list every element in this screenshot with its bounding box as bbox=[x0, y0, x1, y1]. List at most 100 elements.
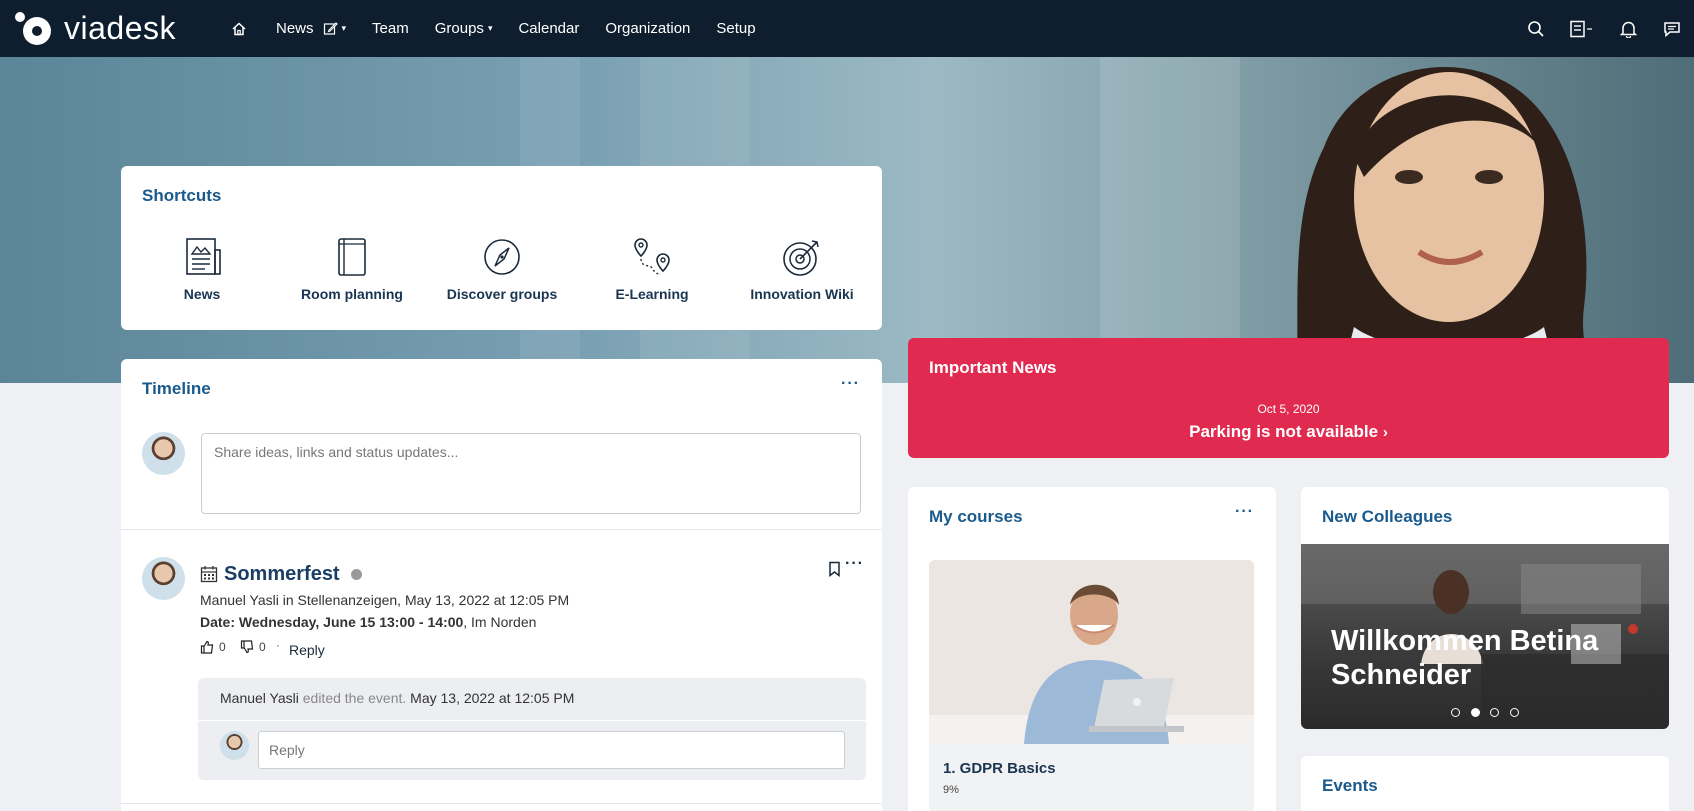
nav-organization[interactable]: Organization bbox=[592, 0, 703, 57]
my-courses-card: My courses ··· 1. GDPR Basics 9% bbox=[908, 487, 1276, 811]
separator-dot: · bbox=[276, 638, 280, 652]
colleagues-carousel[interactable]: Willkommen Betina Schneider bbox=[1301, 544, 1669, 729]
nav-groups-label: Groups bbox=[434, 20, 484, 37]
carousel-dot[interactable] bbox=[1490, 708, 1500, 717]
shortcut-label: Discover groups bbox=[446, 286, 558, 302]
important-news-headline-link[interactable]: Parking is not available › bbox=[908, 422, 1669, 442]
shortcut-label: E-Learning bbox=[615, 286, 689, 302]
carousel-dot[interactable] bbox=[1451, 708, 1461, 717]
colleague-slide-text: Willkommen Betina Schneider bbox=[1331, 625, 1599, 691]
dislike-count: 0 bbox=[259, 640, 266, 654]
reply-link[interactable]: Reply bbox=[289, 642, 325, 658]
search-icon[interactable] bbox=[1524, 17, 1548, 41]
courses-more-button[interactable]: ··· bbox=[1235, 503, 1254, 521]
post-byline: Manuel Yasli in Stellenanzeigen, May 13,… bbox=[200, 592, 569, 608]
important-news-headline: Parking is not available bbox=[1189, 422, 1379, 441]
calendar-icon bbox=[200, 566, 218, 583]
chevron-down-icon: ▾ bbox=[487, 23, 493, 33]
nav-organization-label: Organization bbox=[605, 20, 691, 37]
carousel-dot[interactable] bbox=[1509, 708, 1519, 717]
important-news-card[interactable]: Important News Oct 5, 2020 Parking is no… bbox=[908, 338, 1669, 458]
like-count: 0 bbox=[219, 640, 226, 654]
timeline-title: Timeline bbox=[142, 379, 211, 398]
course-item[interactable]: 1. GDPR Basics 9% bbox=[929, 560, 1254, 811]
chevron-down-icon: ▾ bbox=[341, 23, 347, 33]
status-composer-input[interactable]: Share ideas, links and status updates... bbox=[201, 433, 861, 514]
compass-icon bbox=[484, 239, 520, 275]
logo-icon bbox=[15, 11, 51, 45]
route-icon bbox=[634, 238, 670, 275]
nav-news-label: News bbox=[276, 20, 314, 37]
shortcut-e-learning[interactable]: E-Learning bbox=[577, 236, 727, 302]
nav-groups[interactable]: Groups ▾ bbox=[422, 0, 506, 57]
post-group-link[interactable]: Stellenanzeigen, bbox=[298, 592, 402, 608]
viadesk-logo[interactable]: viadesk bbox=[14, 10, 176, 47]
important-news-date: Oct 5, 2020 bbox=[1257, 402, 1320, 416]
main-nav: News ▾ Team Groups ▾ Calendar Organizati… bbox=[218, 0, 769, 57]
shortcut-label: News bbox=[183, 286, 221, 302]
nav-home[interactable] bbox=[218, 0, 260, 57]
shortcut-label: Room planning bbox=[301, 286, 403, 302]
post-datetime: May 13, 2022 at 12:05 PM bbox=[404, 592, 570, 608]
thumbs-up-icon bbox=[200, 640, 214, 654]
bell-icon[interactable] bbox=[1616, 17, 1640, 41]
home-icon bbox=[232, 21, 246, 35]
divider bbox=[121, 803, 882, 804]
nav-news[interactable]: News ▾ bbox=[260, 0, 359, 57]
reply-user-avatar bbox=[220, 731, 249, 760]
chat-icon[interactable] bbox=[1660, 17, 1684, 41]
activity-datetime: May 13, 2022 at 12:05 PM bbox=[410, 690, 575, 706]
hero-portrait bbox=[1296, 67, 1598, 383]
shortcut-room-planning[interactable]: Room planning bbox=[277, 236, 427, 302]
thumbs-down-icon bbox=[240, 640, 254, 654]
bookmark-icon[interactable] bbox=[828, 561, 841, 577]
event-location: , Im Norden bbox=[463, 614, 537, 630]
tasks-icon[interactable] bbox=[1568, 17, 1596, 41]
book-icon bbox=[338, 238, 366, 276]
reply-input[interactable]: Reply bbox=[258, 731, 845, 769]
shortcuts-card: Shortcuts News Room planning Discover gr… bbox=[121, 166, 882, 330]
course-image bbox=[929, 560, 1254, 744]
nav-setup-label: Setup bbox=[716, 20, 756, 37]
events-title: Events bbox=[1322, 776, 1378, 795]
dislike-button[interactable]: 0 bbox=[240, 640, 266, 654]
activity-author[interactable]: Manuel Yasli bbox=[220, 690, 299, 706]
edit-icon[interactable] bbox=[323, 21, 338, 36]
nav-team[interactable]: Team bbox=[359, 0, 422, 57]
course-progress: 9% bbox=[943, 784, 959, 796]
shortcut-news[interactable]: News bbox=[127, 236, 277, 302]
post-author-avatar[interactable] bbox=[142, 557, 185, 600]
post-author-link[interactable]: Manuel Yasli bbox=[200, 592, 279, 608]
activity-action: edited the event. bbox=[302, 690, 407, 706]
divider bbox=[121, 529, 882, 530]
divider bbox=[198, 720, 866, 721]
my-courses-title: My courses bbox=[929, 507, 1023, 526]
post-in-word: in bbox=[282, 592, 294, 608]
post-activity-box: Manuel Yasli edited the event. May 13, 2… bbox=[198, 678, 866, 780]
event-date-label: Date: Wednesday, June 15 13:00 - 14:00 bbox=[200, 614, 464, 630]
nav-right-icons bbox=[1524, 0, 1684, 57]
chevron-right-icon: › bbox=[1382, 424, 1388, 441]
post-event-date: Date: Wednesday, June 15 13:00 - 14:00, … bbox=[200, 614, 536, 630]
carousel-dots bbox=[1301, 704, 1669, 722]
like-button[interactable]: 0 bbox=[200, 640, 226, 654]
timeline-card: Timeline ··· Share ideas, links and stat… bbox=[121, 359, 882, 811]
post-title-link[interactable]: Sommerfest bbox=[224, 563, 363, 586]
status-dot bbox=[351, 569, 363, 581]
shortcut-label: Innovation Wiki bbox=[750, 286, 854, 302]
important-news-title: Important News bbox=[929, 358, 1057, 377]
newspaper-icon bbox=[186, 238, 221, 275]
activity-line: Manuel Yasli edited the event. May 13, 2… bbox=[220, 690, 574, 706]
events-card: Events bbox=[1301, 756, 1669, 811]
nav-calendar[interactable]: Calendar bbox=[505, 0, 592, 57]
current-user-avatar bbox=[142, 432, 185, 475]
nav-setup[interactable]: Setup bbox=[703, 0, 768, 57]
shortcuts-title: Shortcuts bbox=[142, 186, 222, 205]
course-title: 1. GDPR Basics bbox=[943, 760, 1056, 777]
carousel-dot-active[interactable] bbox=[1470, 708, 1480, 717]
post-more-button[interactable]: ··· bbox=[845, 555, 864, 573]
timeline-more-button[interactable]: ··· bbox=[841, 375, 860, 393]
shortcut-innovation-wiki[interactable]: Innovation Wiki bbox=[727, 236, 877, 302]
shortcut-discover-groups[interactable]: Discover groups bbox=[427, 236, 577, 302]
nav-calendar-label: Calendar bbox=[518, 20, 580, 37]
